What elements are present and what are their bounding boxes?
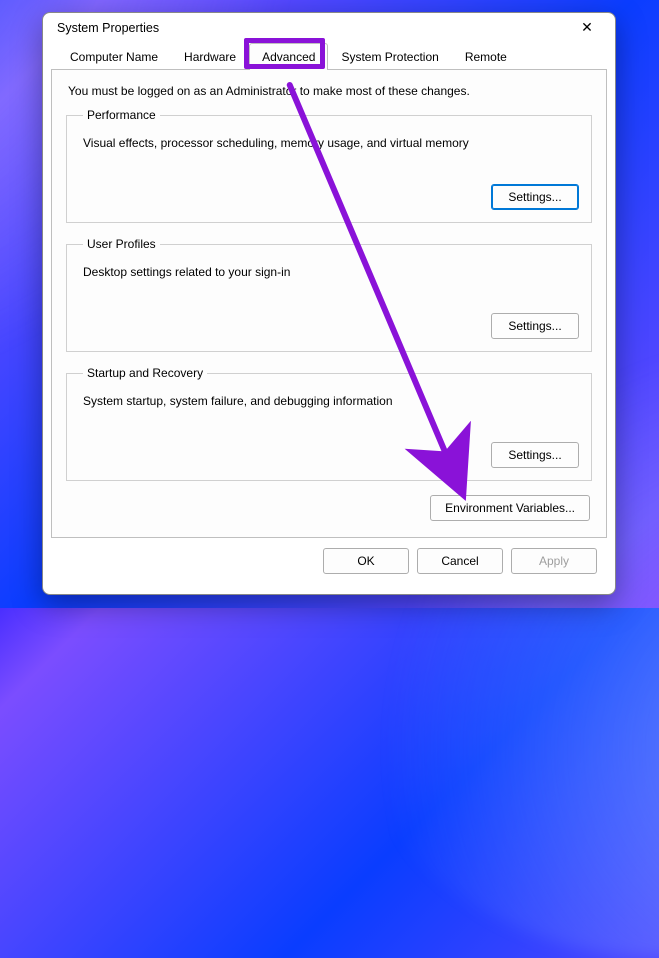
close-icon: ✕ bbox=[581, 19, 593, 36]
tab-advanced[interactable]: Advanced bbox=[249, 43, 328, 70]
group-startup-recovery-legend: Startup and Recovery bbox=[83, 366, 207, 380]
dialog-body: Computer Name Hardware Advanced System P… bbox=[43, 42, 615, 594]
tabstrip: Computer Name Hardware Advanced System P… bbox=[51, 42, 607, 69]
user-profiles-settings-button[interactable]: Settings... bbox=[491, 313, 579, 339]
group-performance: Performance Visual effects, processor sc… bbox=[66, 108, 592, 223]
tab-hardware[interactable]: Hardware bbox=[171, 43, 249, 70]
group-user-profiles-desc: Desktop settings related to your sign-in bbox=[83, 265, 579, 279]
startup-recovery-settings-button[interactable]: Settings... bbox=[491, 442, 579, 468]
group-performance-legend: Performance bbox=[83, 108, 160, 122]
dialog-button-row: OK Cancel Apply bbox=[51, 538, 607, 586]
tab-system-protection[interactable]: System Protection bbox=[328, 43, 451, 70]
window-title: System Properties bbox=[57, 21, 159, 35]
group-user-profiles-legend: User Profiles bbox=[83, 237, 160, 251]
tab-remote[interactable]: Remote bbox=[452, 43, 520, 70]
close-button[interactable]: ✕ bbox=[567, 14, 607, 42]
cancel-button[interactable]: Cancel bbox=[417, 548, 503, 574]
ok-button[interactable]: OK bbox=[323, 548, 409, 574]
group-startup-recovery-desc: System startup, system failure, and debu… bbox=[83, 394, 579, 408]
group-startup-recovery: Startup and Recovery System startup, sys… bbox=[66, 366, 592, 481]
admin-notice: You must be logged on as an Administrato… bbox=[68, 84, 592, 98]
group-performance-desc: Visual effects, processor scheduling, me… bbox=[83, 136, 579, 150]
performance-settings-button[interactable]: Settings... bbox=[491, 184, 579, 210]
system-properties-dialog: System Properties ✕ Computer Name Hardwa… bbox=[42, 12, 616, 595]
tab-computer-name[interactable]: Computer Name bbox=[57, 43, 171, 70]
titlebar: System Properties ✕ bbox=[43, 13, 615, 42]
environment-variables-button[interactable]: Environment Variables... bbox=[430, 495, 590, 521]
tab-pane-advanced: You must be logged on as an Administrato… bbox=[51, 69, 607, 538]
group-user-profiles: User Profiles Desktop settings related t… bbox=[66, 237, 592, 352]
apply-button[interactable]: Apply bbox=[511, 548, 597, 574]
